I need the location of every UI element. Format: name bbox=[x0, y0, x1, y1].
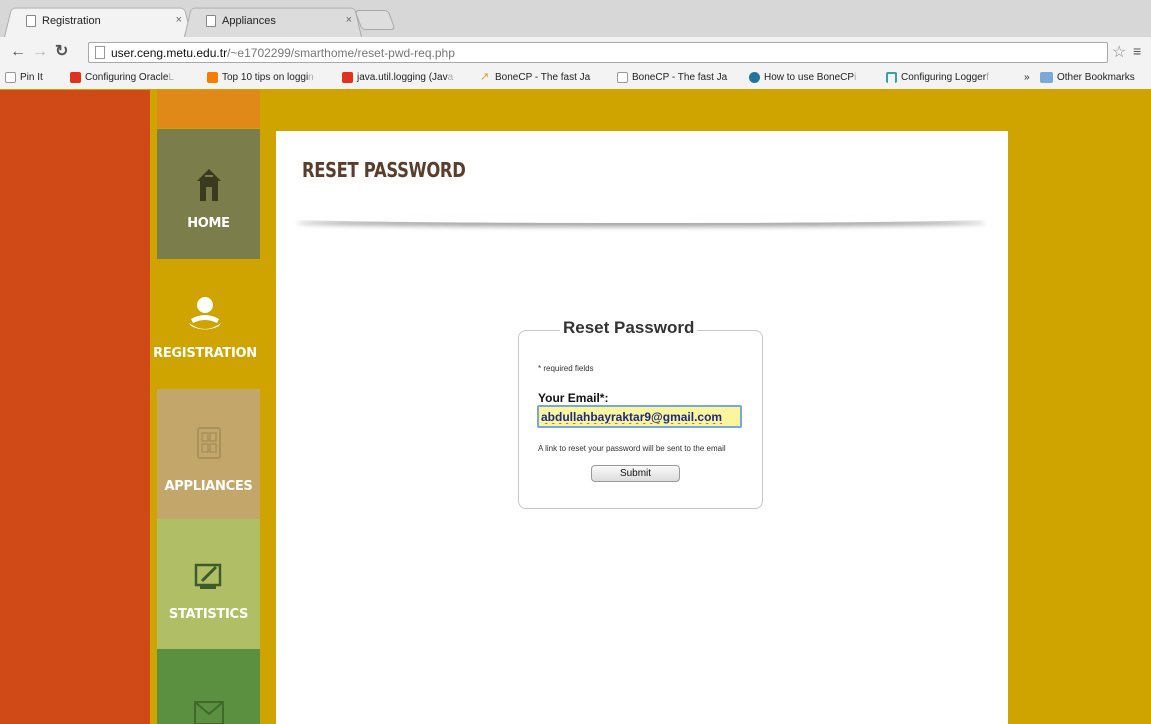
nav-registration-label: REGISTRATION bbox=[153, 346, 257, 361]
bookmark-how-to-use-bonecp[interactable]: How to use BoneCP i bbox=[749, 72, 856, 83]
email-field[interactable] bbox=[537, 405, 742, 428]
bookmark-label-fade: f bbox=[986, 72, 989, 83]
bookmark-configuring-logger[interactable]: Configuring Logger f bbox=[886, 72, 989, 83]
wordpress-icon bbox=[749, 72, 760, 83]
bookmark-label-fade: n bbox=[308, 72, 314, 83]
oracle-icon bbox=[70, 72, 81, 83]
email-label: Your Email*: bbox=[538, 391, 609, 405]
page-icon bbox=[617, 72, 628, 83]
tab-title: Appliances bbox=[222, 15, 276, 27]
folder-icon bbox=[1040, 72, 1053, 83]
house-icon bbox=[196, 169, 221, 201]
tab-appliances[interactable]: Appliances × bbox=[184, 5, 362, 38]
url-path: /~e1702299/smarthome/reset-pwd-req.php bbox=[227, 45, 455, 60]
other-bookmarks-folder[interactable]: Other Bookmarks bbox=[1040, 72, 1135, 83]
user-icon bbox=[189, 297, 221, 330]
bookmark-label-fade: i bbox=[854, 72, 857, 83]
nav-appliances[interactable]: APPLIANCES bbox=[157, 389, 260, 519]
page-icon bbox=[5, 72, 16, 83]
bookmark-java-util-logging[interactable]: java.util.logging (Jav a bbox=[342, 72, 453, 83]
submit-button[interactable]: Submit bbox=[591, 465, 680, 482]
address-bar[interactable]: user.ceng.metu.edu.tr/~e1702299/smarthom… bbox=[88, 42, 1108, 63]
nav-registration[interactable]: REGISTRATION bbox=[150, 259, 260, 389]
nav-home-label: HOME bbox=[187, 216, 230, 231]
bookmark-bonecp-2[interactable]: BoneCP - The fast Ja bbox=[617, 72, 727, 83]
chart-icon bbox=[194, 563, 221, 589]
bookmark-label: Other Bookmarks bbox=[1057, 72, 1135, 83]
appliance-icon bbox=[196, 427, 221, 459]
nav-top-strip bbox=[157, 90, 260, 128]
nav-statistics[interactable]: STATISTICS bbox=[157, 519, 260, 649]
hubpages-icon bbox=[886, 72, 897, 83]
nav-statistics-label: STATISTICS bbox=[168, 607, 249, 622]
tab-title: Registration bbox=[42, 15, 101, 27]
reload-icon[interactable]: ↻ bbox=[55, 43, 68, 61]
tab-registration[interactable]: Registration × bbox=[4, 5, 192, 38]
bookmark-label: Top 10 tips on loggi bbox=[222, 72, 309, 83]
bookmark-label: How to use BoneCP bbox=[764, 72, 855, 83]
bookmark-pin-it[interactable]: Pin It bbox=[5, 72, 43, 83]
page-icon bbox=[26, 15, 36, 27]
bookmark-label: Pin It bbox=[20, 72, 43, 83]
bookmark-label: BoneCP - The fast Ja bbox=[495, 72, 591, 83]
browser-chrome: Registration × Appliances × ← → ↻ user.c… bbox=[0, 0, 1151, 89]
bookmarks-bar: Pin It Configuring Oracle L Top 10 tips … bbox=[0, 68, 1151, 89]
bookmark-configuring-oracle[interactable]: Configuring Oracle L bbox=[70, 72, 174, 83]
url-host: user.ceng.metu.edu.tr bbox=[111, 45, 228, 60]
left-decorative-band bbox=[0, 90, 150, 724]
bookmark-label: Configuring Logger bbox=[901, 72, 987, 83]
bookmark-top-10-tips[interactable]: Top 10 tips on loggi n bbox=[207, 72, 314, 83]
page-icon bbox=[95, 46, 105, 59]
bookmark-label: BoneCP - The fast Ja bbox=[632, 72, 728, 83]
bookmark-star-icon[interactable]: ☆ bbox=[1112, 42, 1126, 62]
nav-home[interactable]: HOME bbox=[157, 129, 260, 259]
close-icon[interactable]: × bbox=[176, 14, 182, 26]
bookmark-label: java.util.logging (Jav bbox=[357, 72, 448, 83]
new-tab-button[interactable] bbox=[354, 10, 396, 30]
bookmark-label-fade: a bbox=[447, 72, 454, 83]
oracle-icon bbox=[342, 72, 353, 83]
overflow-chevron-icon: » bbox=[1024, 72, 1030, 83]
bookmark-label: Configuring Oracle bbox=[85, 72, 169, 83]
form-legend: Reset Password bbox=[560, 318, 698, 338]
menu-icon[interactable]: ≡ bbox=[1133, 43, 1141, 59]
nav-appliances-label: APPLIANCES bbox=[164, 479, 253, 494]
blogger-icon bbox=[207, 72, 218, 83]
reset-link-note: A link to reset your password will be se… bbox=[538, 444, 726, 453]
required-fields-note: * required fields bbox=[538, 364, 594, 373]
bookmarks-overflow-button[interactable]: » bbox=[1024, 72, 1030, 83]
page-icon bbox=[206, 15, 216, 27]
title-divider bbox=[296, 215, 986, 223]
browser-toolbar: ← → ↻ user.ceng.metu.edu.tr/~e1702299/sm… bbox=[0, 37, 1151, 68]
bookmark-bonecp-1[interactable]: ↗ BoneCP - The fast Ja bbox=[480, 71, 591, 84]
back-arrow-icon[interactable]: ← bbox=[10, 43, 26, 61]
tab-strip: Registration × Appliances × bbox=[0, 0, 1151, 38]
bonecp-icon: ↗ bbox=[480, 71, 490, 83]
envelope-icon bbox=[193, 701, 224, 724]
page-title: RESET PASSWORD bbox=[302, 158, 466, 182]
nav-contact[interactable] bbox=[157, 649, 260, 724]
forward-arrow-icon[interactable]: → bbox=[32, 43, 48, 61]
close-icon[interactable]: × bbox=[346, 14, 352, 26]
bookmark-label-fade: L bbox=[168, 72, 174, 83]
